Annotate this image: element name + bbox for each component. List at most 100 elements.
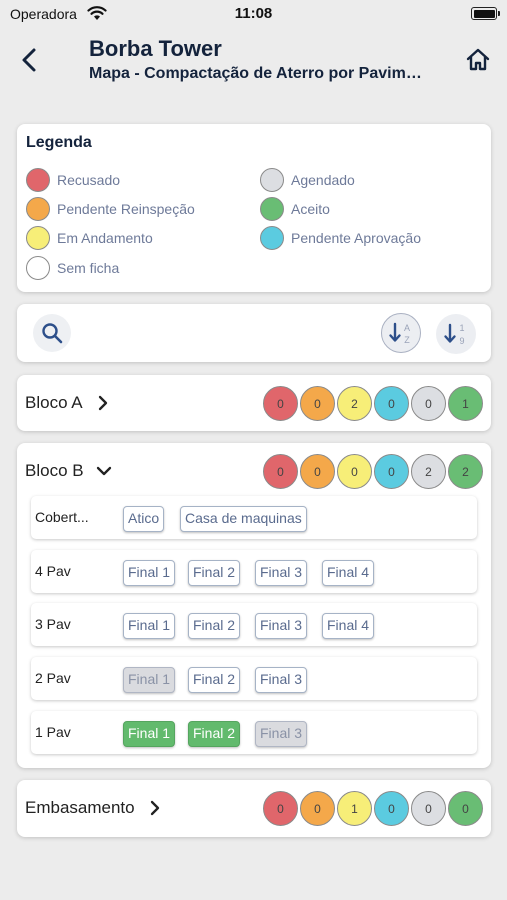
unit-chip-final-2[interactable]: Final 2 <box>188 667 241 693</box>
count-pendente-reinspecao: 0 <box>300 791 335 826</box>
unit-chip-final-2[interactable]: Final 2 <box>188 613 241 639</box>
unit-chip-final-3[interactable]: Final 3 <box>255 667 308 693</box>
unit-chip-final-1[interactable]: Final 1 <box>123 667 176 693</box>
legend-item-em-andamento: Em Andamento <box>26 226 153 250</box>
unit-chip-final-2[interactable]: Final 2 <box>188 560 241 586</box>
group-name: Bloco A <box>25 393 83 412</box>
status-dot <box>260 197 284 221</box>
page-subtitle: Mapa - Compactação de Aterro por Pavimen… <box>89 65 429 82</box>
svg-text:1: 1 <box>459 323 464 333</box>
floor-name: 3 Pav <box>35 616 71 632</box>
unit-chip-final-2[interactable]: Final 2 <box>188 721 241 747</box>
search-icon <box>42 323 63 344</box>
unit-chip-final-1[interactable]: Final 1 <box>123 721 176 747</box>
legend-item-recusado: Recusado <box>26 168 120 192</box>
status-bar: Operadora 11:08 <box>0 0 507 30</box>
unit-chip-final-4[interactable]: Final 4 <box>322 613 375 639</box>
unit-chip-final-4[interactable]: Final 4 <box>322 560 375 586</box>
sort-alphabetical-button[interactable]: A Z <box>381 313 421 353</box>
floor-row-3-pav: 3 Pav Final 1 Final 2 Final 3 Final 4 <box>31 603 477 646</box>
sort-alpha-icon: A Z <box>389 322 410 345</box>
count-pendente-aprovacao: 0 <box>374 454 409 489</box>
legend-item-sem-ficha: Sem ficha <box>26 256 119 280</box>
chevron-down-icon <box>96 466 112 476</box>
group-bloco-a: Bloco A 0 0 2 0 0 1 <box>17 375 491 431</box>
legend-label: Recusado <box>57 172 121 188</box>
status-dot <box>260 168 284 192</box>
group-embasamento: Embasamento 0 0 1 0 0 0 <box>17 780 491 837</box>
chevron-right-icon <box>150 800 160 816</box>
legend-item-agendado: Agendado <box>260 168 355 192</box>
clock: 11:08 <box>234 5 273 22</box>
legend-card: Legenda Recusado Agendado Pendente Reins… <box>17 124 491 292</box>
svg-text:9: 9 <box>459 336 464 346</box>
count-agendado: 0 <box>411 386 446 421</box>
legend-label: Pendente Reinspeção <box>57 201 195 217</box>
status-counts: 0 0 1 0 0 0 <box>261 791 483 826</box>
unit-chip-atico[interactable]: Atico <box>123 506 165 532</box>
floor-name: Cobert... <box>35 509 89 525</box>
floor-name: 2 Pav <box>35 670 71 686</box>
status-dot <box>26 226 50 250</box>
count-em-andamento: 1 <box>337 791 372 826</box>
group-header-embasamento[interactable]: Embasamento 0 0 1 0 0 0 <box>17 780 491 836</box>
floor-row-2-pav: 2 Pav Final 1 Final 2 Final 3 <box>31 657 477 700</box>
chevron-right-icon <box>98 395 108 411</box>
group-header-bloco-a[interactable]: Bloco A 0 0 2 0 0 1 <box>17 375 491 431</box>
status-counts: 0 0 0 0 2 2 <box>261 454 483 489</box>
group-header-bloco-b[interactable]: Bloco B 0 0 0 0 2 2 <box>17 443 491 499</box>
count-em-andamento: 2 <box>337 386 372 421</box>
legend-label: Aceito <box>291 201 330 217</box>
legend-label: Pendente Aprovação <box>291 230 421 246</box>
legend-item-pendente-reinspecao: Pendente Reinspeção <box>26 197 195 221</box>
floor-row-1-pav: 1 Pav Final 1 Final 2 Final 3 <box>31 711 477 754</box>
unit-chip-final-3[interactable]: Final 3 <box>255 560 308 586</box>
unit-chip-casa-de-maquinas[interactable]: Casa de maquinas <box>180 506 307 532</box>
legend-label: Em Andamento <box>57 230 153 246</box>
count-pendente-aprovacao: 0 <box>374 791 409 826</box>
legend-label: Agendado <box>291 172 355 188</box>
status-dot <box>26 168 50 192</box>
floor-row-4-pav: 4 Pav Final 1 Final 2 Final 3 Final 4 <box>31 550 477 593</box>
status-dot <box>260 226 284 250</box>
count-pendente-reinspecao: 0 <box>300 386 335 421</box>
group-name: Embasamento <box>25 798 135 817</box>
status-dot <box>26 197 50 221</box>
sort-numeric-button[interactable]: 1 9 <box>436 314 476 354</box>
floor-name: 1 Pav <box>35 724 71 740</box>
count-em-andamento: 0 <box>337 454 372 489</box>
unit-chip-final-1[interactable]: Final 1 <box>123 560 176 586</box>
page-title: Borba Tower <box>89 36 222 61</box>
search-button[interactable] <box>33 314 71 352</box>
floor-name: 4 Pav <box>35 563 71 579</box>
status-counts: 0 0 2 0 0 1 <box>261 386 483 421</box>
floor-row-cobertura: Cobert... Atico Casa de maquinas <box>31 496 477 539</box>
search-toolbar: A Z 1 9 <box>17 304 491 362</box>
svg-text:Z: Z <box>404 335 410 345</box>
status-dot <box>26 256 50 280</box>
count-agendado: 0 <box>411 791 446 826</box>
legend-item-aceito: Aceito <box>260 197 330 221</box>
count-agendado: 2 <box>411 454 446 489</box>
count-pendente-reinspecao: 0 <box>300 454 335 489</box>
battery-icon <box>471 7 500 20</box>
home-button[interactable] <box>465 47 491 73</box>
legend-title: Legenda <box>26 134 92 151</box>
count-recusado: 0 <box>263 791 298 826</box>
unit-chip-final-1[interactable]: Final 1 <box>123 613 176 639</box>
count-aceito: 2 <box>448 454 483 489</box>
unit-chip-final-3[interactable]: Final 3 <box>255 613 308 639</box>
unit-chip-final-3[interactable]: Final 3 <box>255 721 308 747</box>
sort-numeric-icon: 1 9 <box>444 323 465 346</box>
count-recusado: 0 <box>263 386 298 421</box>
legend-item-pendente-aprovacao: Pendente Aprovação <box>260 226 421 250</box>
svg-text:A: A <box>404 323 410 333</box>
back-button[interactable] <box>18 46 42 74</box>
group-bloco-b: Bloco B 0 0 0 0 2 2 Cobert... Atico Casa… <box>17 443 491 768</box>
legend-label: Sem ficha <box>57 260 120 276</box>
count-pendente-aprovacao: 0 <box>374 386 409 421</box>
nav-header: Borba Tower Mapa - Compactação de Aterro… <box>0 30 507 100</box>
group-name: Bloco B <box>25 461 84 480</box>
count-aceito: 0 <box>448 791 483 826</box>
count-aceito: 1 <box>448 386 483 421</box>
